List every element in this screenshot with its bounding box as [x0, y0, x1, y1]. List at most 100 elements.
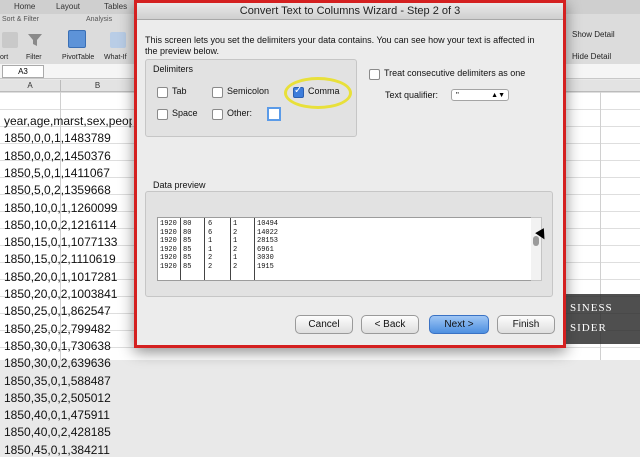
group-analysis: Analysis: [86, 16, 113, 23]
preview-cell: 1920: [160, 228, 177, 237]
preview-cell: 28153: [257, 237, 279, 245]
preview-column-break[interactable]: [204, 218, 205, 280]
worksheet-cell[interactable]: 1850,0,0,2,1450376: [4, 149, 132, 163]
worksheet-cell[interactable]: 1850,0,0,1,1483789: [4, 131, 132, 145]
space-checkbox[interactable]: [157, 109, 168, 120]
preview-cell: 3030: [257, 254, 274, 262]
worksheet-cell[interactable]: 1850,35,0,1,588487: [4, 374, 132, 388]
preview-cell: 1920: [160, 237, 177, 245]
worksheet-cell[interactable]: 1850,25,0,1,862547: [4, 304, 132, 318]
cancel-button[interactable]: Cancel: [295, 315, 353, 334]
what-if-icon[interactable]: [110, 32, 126, 48]
preview-cell: 85: [183, 254, 192, 262]
preview-column-break[interactable]: [180, 218, 181, 280]
filter-button[interactable]: Filter: [26, 54, 42, 61]
worksheet-cell[interactable]: 1850,40,0,2,428185: [4, 425, 132, 439]
preview-cell: 85: [183, 262, 192, 271]
text-qualifier-select[interactable]: " ▲▼: [451, 89, 509, 101]
back-button[interactable]: < Back: [361, 315, 419, 334]
preview-cell: 14022: [257, 228, 279, 237]
worksheet-cell[interactable]: 1850,20,0,1,1017281: [4, 270, 132, 284]
text-qualifier-label: Text qualifier:: [385, 90, 439, 100]
semicolon-checkbox[interactable]: [212, 87, 223, 98]
tab-layout[interactable]: Layout: [56, 2, 80, 11]
worksheet-cell[interactable]: 1850,10,0,2,1216114: [4, 218, 132, 232]
preview-cell: 80: [183, 220, 192, 228]
chevron-updown-icon: ▲▼: [491, 92, 505, 99]
filter-icon[interactable]: [27, 32, 43, 48]
name-box[interactable]: A3: [2, 65, 44, 78]
preview-cell: 85: [183, 237, 192, 245]
worksheet-cell[interactable]: year,age,marst,sex,people: [4, 114, 132, 128]
logo-line-2: SIDER: [570, 322, 607, 334]
outline-panel: Show Detail Hide Detail: [566, 14, 640, 64]
preview-cell: 85: [183, 245, 192, 254]
other-checkbox[interactable]: [212, 109, 223, 120]
worksheet-cell[interactable]: 1850,5,0,2,1359668: [4, 183, 132, 197]
other-delimiter-input[interactable]: [267, 107, 281, 121]
business-insider-logo: SINESS SIDER: [566, 294, 640, 344]
column-header-b[interactable]: B: [61, 80, 135, 92]
preview-cell: 2: [208, 262, 213, 271]
dialog-intro: This screen lets you set the delimiters …: [145, 35, 535, 56]
preview-column-break[interactable]: [230, 218, 231, 280]
text-qualifier-value: ": [456, 91, 459, 100]
consecutive-delimiters-label: Treat consecutive delimiters as one: [384, 68, 526, 78]
preview-cell: 80: [183, 228, 192, 237]
data-preview-table[interactable]: 1920 80 6 1 10494 1920 80 6 2 14022 1920 85 1 1 28153 1…: [157, 217, 533, 281]
preview-cell: 2: [233, 262, 238, 271]
preview-cell: 6: [208, 228, 213, 237]
next-button[interactable]: Next >: [429, 315, 489, 334]
preview-cell: 1920: [160, 262, 177, 271]
preview-cell: 1: [208, 245, 213, 254]
preview-column-break[interactable]: [254, 218, 255, 280]
tab-tables[interactable]: Tables: [104, 2, 127, 11]
preview-cell: 1: [208, 237, 213, 245]
preview-scrollbar[interactable]: [531, 217, 542, 281]
column-header-a[interactable]: A: [0, 80, 61, 92]
hide-detail-button[interactable]: Hide Detail: [572, 52, 611, 61]
worksheet-cell[interactable]: 1850,25,0,2,799482: [4, 322, 132, 336]
worksheet-cell[interactable]: 1850,35,0,2,505012: [4, 391, 132, 405]
logo-line-1: SINESS: [570, 302, 613, 314]
worksheet-cell[interactable]: 1850,30,0,2,639636: [4, 356, 132, 370]
preview-cell: 1920: [160, 245, 177, 254]
worksheet-cell[interactable]: 1850,10,0,1,1260099: [4, 201, 132, 215]
preview-cell: 1: [233, 220, 238, 228]
preview-cell: 2: [208, 254, 213, 262]
finish-button[interactable]: Finish: [497, 315, 555, 334]
preview-cell: 1920: [160, 254, 177, 262]
data-preview-label: Data preview: [153, 180, 206, 190]
worksheet-cell[interactable]: 1850,20,0,2,1003841: [4, 287, 132, 301]
preview-cell: 1: [233, 237, 238, 245]
pivottable-button[interactable]: PivotTable: [62, 54, 94, 61]
show-detail-button[interactable]: Show Detail: [572, 30, 615, 39]
preview-cell: 10494: [257, 220, 279, 228]
worksheet-cell[interactable]: 1850,40,0,1,475911: [4, 408, 132, 422]
worksheet-cell[interactable]: 1850,45,0,1,384211: [4, 443, 132, 457]
dialog-title: Convert Text to Columns Wizard - Step 2 …: [137, 3, 563, 20]
delimiters-label: Delimiters: [153, 64, 194, 74]
worksheet-cell[interactable]: 1850,15,0,2,1110619: [4, 252, 132, 266]
preview-cell: 1: [233, 254, 238, 262]
preview-cell: 6961: [257, 245, 274, 254]
group-sort-filter: Sort & Filter: [2, 16, 39, 23]
worksheet-cell[interactable]: 1850,30,0,1,730638: [4, 339, 132, 353]
worksheet-cell[interactable]: 1850,15,0,1,1077133: [4, 235, 132, 249]
sort-icon[interactable]: [2, 32, 18, 48]
tab-checkbox[interactable]: [157, 87, 168, 98]
what-if-button[interactable]: What-If: [104, 54, 127, 61]
tab-home[interactable]: Home: [14, 2, 35, 11]
worksheet-cell[interactable]: 1850,5,0,1,1411067: [4, 166, 132, 180]
comma-highlight-circle: [284, 77, 352, 109]
preview-cell: 1920: [160, 220, 177, 228]
consecutive-delimiters-checkbox[interactable]: [369, 69, 380, 80]
pivottable-icon[interactable]: [68, 30, 86, 48]
column-header-right[interactable]: [566, 80, 640, 92]
preview-cell: 2: [233, 245, 238, 254]
preview-cell: 6: [208, 220, 213, 228]
sort-label: ort: [0, 54, 9, 61]
text-to-columns-dialog: Convert Text to Columns Wizard - Step 2 …: [134, 0, 566, 348]
preview-cell: 1915: [257, 262, 274, 271]
other-label: Other:: [227, 108, 253, 118]
